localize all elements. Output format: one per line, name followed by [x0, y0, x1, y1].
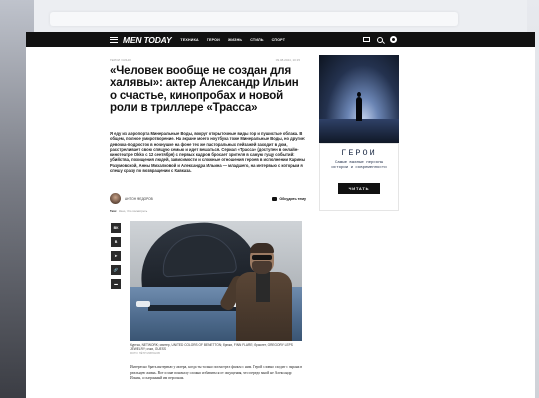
actor-figure: [218, 243, 292, 341]
article-title: «Человек вообще не создан для халявы»: а…: [110, 65, 299, 114]
photo-caption: Куртка, NETWORK; свитер, UNITED COLORS O…: [130, 343, 293, 351]
search-icon[interactable]: [377, 36, 383, 43]
banner-title: ГЕРОИ: [341, 148, 377, 158]
share-telegram-button[interactable]: ➤: [111, 251, 121, 261]
copy-link-button[interactable]: 🔗: [111, 265, 121, 275]
nav-link-technika[interactable]: ТЕХНИКА: [180, 38, 198, 42]
comment-button[interactable]: Обсудить тему: [272, 196, 306, 201]
nav-link-stil[interactable]: СТИЛЬ: [250, 38, 263, 42]
banner-subtitle: Самые важные персоны истории и современн…: [331, 161, 387, 170]
nav-link-geroi[interactable]: ГЕРОИ: [207, 38, 220, 42]
avatar[interactable]: [110, 193, 121, 204]
menu-icon[interactable]: [110, 36, 118, 43]
article-date: 09.08.2024, 10:15: [275, 58, 300, 62]
share-more-button[interactable]: ▬: [111, 279, 121, 289]
share-rail: ВК В ➤ 🔗 ▬: [111, 223, 121, 289]
article-rubric[interactable]: ГЕРОИ / КИНО: [110, 58, 131, 62]
author-row: АНТОН ФЕДОРОВ Обсудить тему: [110, 193, 306, 204]
article-lead: Я еду из аэропорта Минеральные Воды, вок…: [110, 131, 306, 174]
comment-label: Обсудить тему: [279, 196, 306, 201]
nav-links: ТЕХНИКА ГЕРОИ ЖИЗНЬ СТИЛЬ СПОРТ: [180, 38, 285, 42]
top-navigation-bar: MEN TODAY ТЕХНИКА ГЕРОИ ЖИЗНЬ СТИЛЬ СПОР…: [26, 32, 535, 47]
site-logo[interactable]: MEN TODAY: [123, 35, 172, 45]
article-page: MEN TODAY ТЕХНИКА ГЕРОИ ЖИЗНЬ СТИЛЬ СПОР…: [26, 32, 535, 398]
user-icon[interactable]: [390, 36, 397, 43]
banner-read-button[interactable]: ЧИТАТЬ: [338, 183, 380, 194]
nav-link-sport[interactable]: СПОРТ: [272, 38, 286, 42]
share-vk-alt-button[interactable]: В: [111, 237, 121, 247]
browser-address-bar: [50, 12, 458, 26]
mail-icon[interactable]: [363, 37, 370, 42]
article-tags: Теги: Кино, Что посмотреть: [110, 209, 147, 213]
article-meta: ГЕРОИ / КИНО 09.08.2024, 10:15: [110, 58, 300, 62]
share-vk-button[interactable]: ВК: [111, 223, 121, 233]
comment-icon: [272, 196, 278, 201]
nav-icons: [363, 36, 397, 43]
nav-link-zhizn[interactable]: ЖИЗНЬ: [228, 38, 242, 42]
heroes-banner[interactable]: ГЕРОИ Самые важные персоны истории и сов…: [319, 55, 399, 211]
tags-list[interactable]: Кино, Что посмотреть: [119, 209, 147, 213]
article-body: Интересно брать интервью у актера, когда…: [130, 365, 302, 380]
photo-credit: ФОТО: ПЁТР МИРОНОВ: [130, 352, 160, 355]
author-name[interactable]: АНТОН ФЕДОРОВ: [125, 197, 153, 201]
tags-label: Теги:: [110, 209, 117, 213]
article-photo: [130, 221, 302, 341]
banner-figure: [356, 97, 362, 121]
